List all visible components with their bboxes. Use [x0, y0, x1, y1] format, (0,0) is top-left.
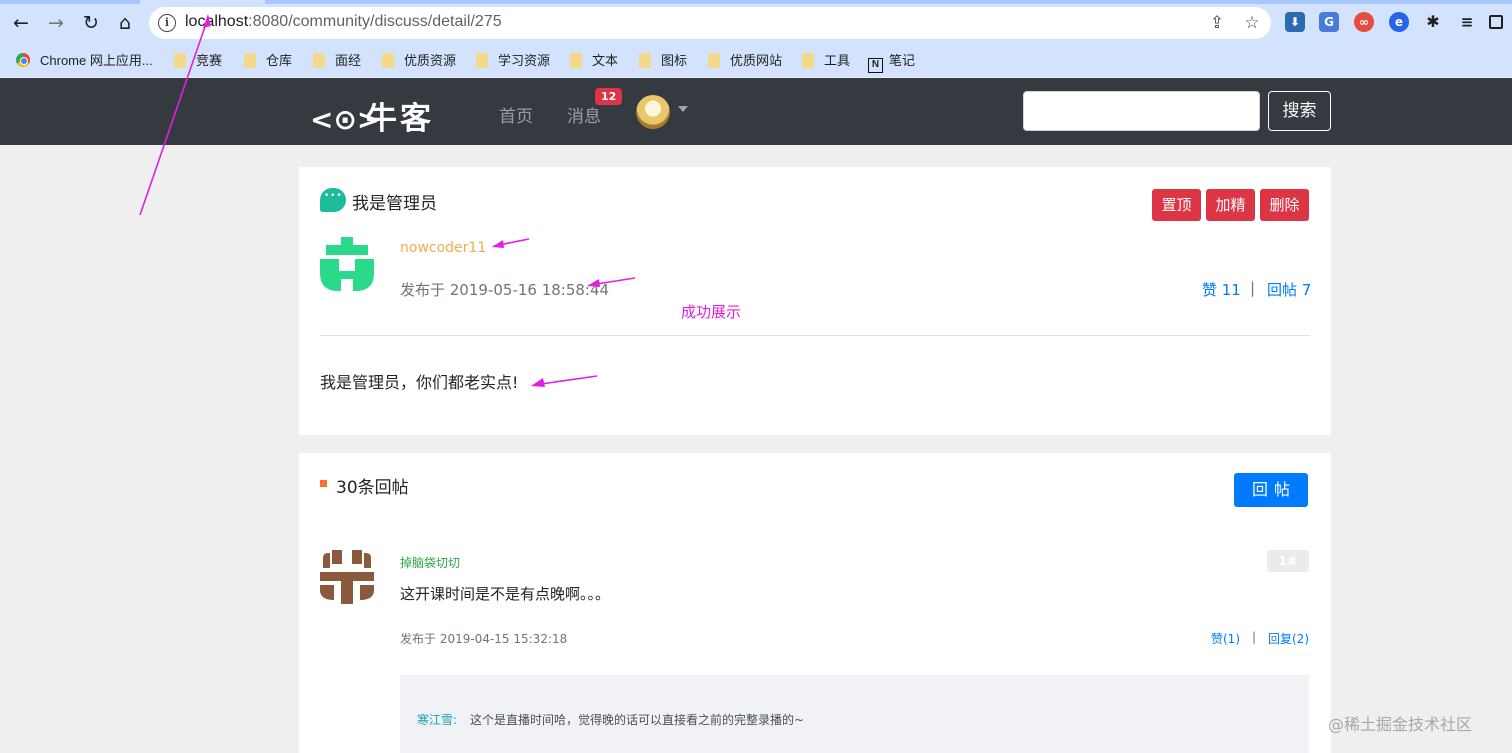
edge-extension-icon[interactable]: e — [1389, 12, 1409, 32]
bookmark-folder[interactable]: 面经 — [313, 51, 361, 71]
post-divider — [320, 335, 1310, 336]
reply-content: 这开课时间是不是有点晚啊。。。 — [400, 585, 611, 603]
reply-count-link[interactable]: 回帖 7 — [1267, 279, 1311, 300]
bookmark-label: 笔记 — [889, 53, 916, 68]
search-button[interactable]: 搜索 — [1268, 91, 1331, 131]
bookmark-label: 面经 — [335, 53, 362, 68]
back-icon[interactable]: ← — [9, 11, 33, 35]
bookmark-label: 优质网站 — [730, 53, 783, 68]
highlight-button[interactable]: 加精 — [1206, 189, 1255, 221]
bookmark-folder[interactable]: 文本 — [570, 51, 618, 71]
search-input[interactable] — [1023, 91, 1260, 131]
replies-card: 30条回帖 回帖 掉脑袋切切 1# 这开课时间是不是有点晚啊。。。 发布于 20… — [299, 453, 1331, 753]
bookmark-folder[interactable]: 学习资源 — [476, 51, 550, 71]
bookmark-notion[interactable]: N 笔记 — [868, 51, 916, 73]
side-panel-icon[interactable] — [1489, 15, 1503, 29]
folder-icon — [174, 53, 186, 68]
folder-icon — [244, 53, 256, 68]
bookmark-folder[interactable]: 图标 — [639, 51, 687, 71]
like-link[interactable]: 赞 11 — [1202, 279, 1241, 300]
bookmark-folder[interactable]: 优质网站 — [708, 51, 782, 71]
folder-icon — [708, 53, 720, 68]
annotation-success-text: 成功展示 — [681, 303, 742, 321]
url-host: localhost — [185, 13, 249, 30]
post-timestamp: 发布于 2019-05-16 18:58:44 — [400, 281, 610, 299]
reply-user-avatar[interactable] — [320, 550, 374, 604]
post-card: 我是管理员 置顶 加精 删除 nowcoder11 发布于 2019-05-16… — [299, 167, 1331, 435]
folder-icon — [476, 53, 488, 68]
bookmark-star-icon[interactable]: ☆ — [1242, 13, 1262, 33]
bookmark-folder[interactable]: 优质资源 — [382, 51, 456, 71]
site-logo[interactable]: <⊙>牛客 — [310, 93, 434, 138]
sub-reply-content: 这个是直播时间哈，觉得晚的话可以直接看之前的完整录播的~ — [470, 713, 805, 727]
reply-reply-link[interactable]: 回复(2) — [1268, 630, 1309, 647]
folder-icon — [639, 53, 651, 68]
separator: | — [1250, 279, 1256, 297]
site-info-icon[interactable]: i — [158, 14, 176, 32]
bookmark-label: 文本 — [592, 53, 619, 68]
site-navbar: <⊙>牛客 首页 消息 12 搜索 — [0, 78, 1512, 145]
nav-home-link[interactable]: 首页 — [499, 102, 533, 127]
folder-icon — [382, 53, 394, 68]
post-title: 我是管理员 — [352, 194, 437, 214]
bookmark-label: Chrome 网上应用... — [40, 53, 153, 68]
bookmark-chrome-store[interactable]: Chrome 网上应用... — [16, 51, 153, 71]
reading-list-icon[interactable]: ≡ — [1457, 12, 1477, 32]
bookmark-folder[interactable]: 竞赛 — [174, 51, 222, 71]
translate-extension-icon[interactable]: G — [1319, 12, 1339, 32]
forward-icon[interactable]: → — [44, 11, 68, 35]
reply-timestamp: 发布于 2019-04-15 15:32:18 — [400, 632, 568, 646]
bookmark-label: 仓库 — [266, 53, 293, 68]
bookmark-label: 学习资源 — [498, 53, 551, 68]
separator: | — [1252, 630, 1257, 644]
infinity-extension-icon[interactable]: ∞ — [1354, 12, 1374, 32]
tab-strip-left — [0, 0, 140, 4]
download-extension-icon[interactable]: ⬇ — [1285, 12, 1305, 32]
user-avatar[interactable] — [636, 95, 670, 129]
reply-user-name[interactable]: 掉脑袋切切 — [400, 554, 460, 571]
bookmark-folder[interactable]: 工具 — [802, 51, 850, 71]
bookmarks-bar: Chrome 网上应用... 竞赛 仓库 面经 优质资源 学习资源 文本 图标 … — [0, 45, 1512, 77]
author-name[interactable]: nowcoder11 — [400, 240, 486, 256]
home-icon[interactable]: ⌂ — [113, 11, 137, 35]
url-path: :8080/community/discuss/detail/275 — [248, 13, 502, 30]
logo-mark-icon: <⊙> — [310, 103, 381, 136]
bookmark-folder[interactable]: 仓库 — [244, 51, 292, 71]
logo-text: 牛客 — [366, 101, 434, 137]
puzzle-extensions-icon[interactable]: ✱ — [1423, 12, 1443, 32]
message-count-badge: 12 — [595, 88, 623, 105]
folder-icon — [570, 53, 582, 68]
share-icon[interactable]: ⇪ — [1207, 13, 1227, 33]
bookmark-label: 优质资源 — [404, 53, 457, 68]
post-content: 我是管理员，你们都老实点! — [320, 373, 519, 392]
browser-toolbar: ← → ↻ ⌂ i localhost:8080/community/discu… — [0, 0, 1512, 45]
folder-icon — [313, 53, 325, 68]
caret-down-icon[interactable] — [678, 106, 688, 112]
author-avatar[interactable] — [320, 237, 374, 291]
delete-button[interactable]: 删除 — [1260, 189, 1309, 221]
sub-reply-user[interactable]: 寒江雪: — [417, 711, 457, 728]
notion-icon: N — [868, 58, 883, 73]
reply-like-link[interactable]: 赞(1) — [1211, 630, 1240, 647]
floor-badge: 1# — [1267, 550, 1309, 572]
reply-button[interactable]: 回帖 — [1234, 473, 1308, 507]
bookmark-label: 图标 — [661, 53, 688, 68]
nav-messages-link[interactable]: 消息 — [567, 102, 601, 127]
reply-count-title: 30条回帖 — [336, 478, 409, 498]
chat-bubble-icon — [320, 188, 346, 212]
bookmark-label: 工具 — [824, 53, 851, 68]
bookmark-label: 竞赛 — [196, 53, 223, 68]
reload-icon[interactable]: ↻ — [79, 11, 103, 35]
url-text[interactable]: localhost:8080/community/discuss/detail/… — [185, 13, 502, 31]
tab-strip-right — [265, 0, 1512, 4]
chrome-store-icon — [16, 53, 30, 67]
address-bar[interactable]: i localhost:8080/community/discuss/detai… — [149, 7, 1271, 39]
watermark: @稀土掘金技术社区 — [1328, 715, 1473, 734]
sub-reply-box: 寒江雪: 这个是直播时间哈，觉得晚的话可以直接看之前的完整录播的~ — [400, 675, 1309, 753]
pin-top-button[interactable]: 置顶 — [1152, 189, 1201, 221]
section-marker-icon — [320, 480, 327, 487]
folder-icon — [802, 53, 814, 68]
